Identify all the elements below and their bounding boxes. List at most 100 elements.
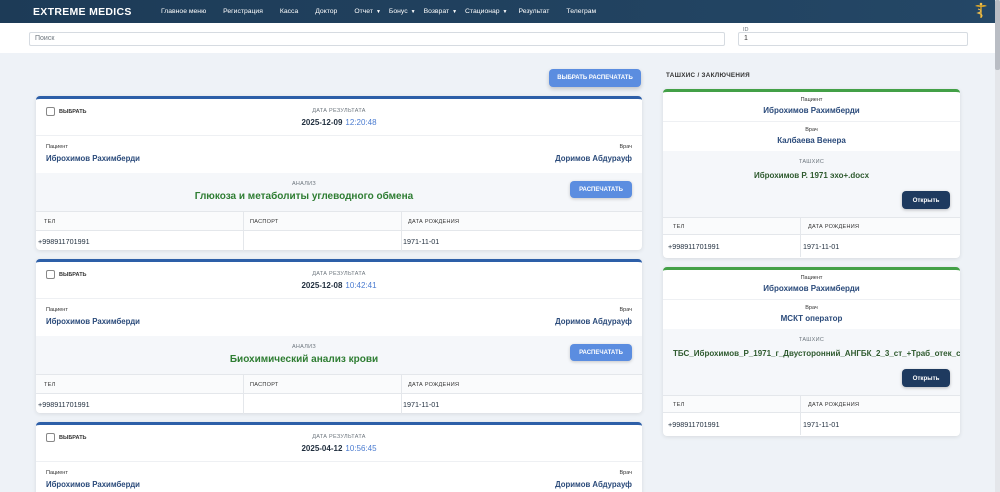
diagnosis-file-name: Иброхимов Р. 1971 эхо+.docx <box>753 171 870 180</box>
analysis-name: Глюкоза и метаболиты углеводного обмена <box>194 191 414 202</box>
diagnosis-file-name: ТБС_Иброхимов_Р_1971_г_Двусторонний_АНГБ… <box>673 349 960 358</box>
birthdate-header: ДАТА РОЖДЕНИЯ <box>808 224 860 230</box>
divider <box>36 135 642 136</box>
nav-label: Телеграм <box>566 8 597 15</box>
result-date-label: ДАТА РЕЗУЛЬТАТА <box>312 271 366 277</box>
diagnosis-card: Пациент Иброхимов Рахимберди Врач МСКТ о… <box>663 267 960 436</box>
patient-label: Пациент <box>46 307 68 313</box>
result-datetime: 2025-04-12 10:56:45 <box>36 444 642 453</box>
nav-label: Отчет <box>354 8 373 15</box>
phone-value: +998911701991 <box>38 237 90 246</box>
result-date: 2025-12-08 <box>301 281 343 290</box>
nav-item-hospital[interactable]: Стационар ▼ <box>465 8 507 15</box>
patient-label: Пациент <box>800 275 823 281</box>
scrollbar-thumb[interactable] <box>995 0 1000 70</box>
print-button[interactable]: РАСПЕЧАТАТЬ <box>570 344 632 361</box>
nav-label: Главное меню <box>161 8 207 15</box>
nav-item-result[interactable]: Результат <box>519 8 550 15</box>
analysis-name: Биохимический анализ крови <box>229 354 379 365</box>
phone-header: ТЕЛ <box>673 224 685 230</box>
divider <box>36 298 642 299</box>
diagnosis-label: ТАШХИС <box>798 159 825 165</box>
patient-name: Иброхимов Рахимберди <box>763 284 860 293</box>
caret-down-icon: ▼ <box>452 8 458 15</box>
phone-header: ТЕЛ <box>44 219 56 225</box>
phone-header: ТЕЛ <box>673 402 685 408</box>
page-scrollbar[interactable] <box>995 0 1000 492</box>
caduceus-logo-icon <box>975 2 987 18</box>
diagnoses-title: ТАШХИС / ЗАКЛЮЧЕНИЯ <box>666 72 750 79</box>
phone-value: +998911701991 <box>668 242 720 251</box>
search-input[interactable]: Поиск <box>29 32 725 46</box>
diagnosis-section: ТАШХИС ТБС_Иброхимов_Р_1971_г_Двусторонн… <box>663 329 960 395</box>
open-button[interactable]: Открыть <box>902 191 950 209</box>
divider <box>401 374 402 414</box>
result-datetime: 2025-12-09 12:20:48 <box>36 118 642 127</box>
analysis-section: АНАЛИЗ Глюкоза и метаболиты углеводного … <box>36 173 642 211</box>
info-table-header: ТЕЛ ДАТА РОЖДЕНИЯ <box>663 217 960 235</box>
nav-item-cashier[interactable]: Касса <box>280 8 298 15</box>
top-navbar: EXTREME MEDICS Главное меню Регистрация … <box>0 0 1000 23</box>
birthdate-header: ДАТА РОЖДЕНИЯ <box>808 402 860 408</box>
print-button[interactable]: РАСПЕЧАТАТЬ <box>570 181 632 198</box>
brand-logo-text[interactable]: EXTREME MEDICS <box>33 6 161 18</box>
analysis-label: АНАЛИЗ <box>291 344 317 350</box>
divider <box>243 374 244 414</box>
nav-item-telegram[interactable]: Телеграм <box>566 8 596 15</box>
divider <box>401 211 402 251</box>
result-datetime: 2025-12-08 10:42:41 <box>36 281 642 290</box>
info-table-header: ТЕЛ ПАСПОРТ ДАТА РОЖДЕНИЯ <box>36 374 642 394</box>
divider <box>663 121 960 122</box>
nav-item-bonus[interactable]: Бонус ▼ <box>389 8 416 15</box>
passport-header: ПАСПОРТ <box>250 219 279 225</box>
passport-header: ПАСПОРТ <box>250 382 279 388</box>
nav-item-registration[interactable]: Регистрация <box>223 8 263 15</box>
result-card: ВЫБРАТЬ ДАТА РЕЗУЛЬТАТА 2025-12-08 10:42:… <box>36 259 642 414</box>
info-table-header: ТЕЛ ДАТА РОЖДЕНИЯ <box>663 395 960 413</box>
nav-label: Стационар <box>465 8 500 15</box>
birthdate-value: 1971-11-01 <box>803 242 840 251</box>
result-date-label: ДАТА РЕЗУЛЬТАТА <box>312 434 366 440</box>
doctor-label: Врач <box>619 470 632 476</box>
nav-label: Регистрация <box>223 8 263 15</box>
patient-name: Иброхимов Рахимберди <box>46 317 140 326</box>
print-selected-button[interactable]: ВЫБРАТЬ РАСПЕЧАТАТЬ <box>549 69 641 87</box>
doctor-name: Доримов Абдурауф <box>555 154 632 163</box>
nav-item-doctor[interactable]: Доктор <box>315 8 337 15</box>
divider <box>243 211 244 251</box>
phone-value: +998911701991 <box>668 420 720 429</box>
nav-item-main-menu[interactable]: Главное меню <box>161 8 206 15</box>
doctor-name: Доримов Абдурауф <box>555 480 632 489</box>
open-button[interactable]: Открыть <box>902 369 950 387</box>
phone-header: ТЕЛ <box>44 382 56 388</box>
patient-name: Иброхимов Рахимберди <box>763 106 860 115</box>
doctor-name: МСКТ оператор <box>780 314 843 323</box>
nav-label: Касса <box>279 8 299 15</box>
result-card: ВЫБРАТЬ ДАТА РЕЗУЛЬТАТА 2025-12-09 12:20:… <box>36 96 642 251</box>
patient-name: Иброхимов Рахимберди <box>46 154 140 163</box>
nav-label: Результат <box>518 8 550 15</box>
result-time: 10:56:45 <box>345 444 377 453</box>
result-time: 12:20:48 <box>345 118 377 127</box>
nav-menu: Главное меню Регистрация Касса Доктор От… <box>161 8 613 15</box>
nav-item-report[interactable]: Отчет ▼ <box>354 8 381 15</box>
result-time: 10:42:41 <box>345 281 377 290</box>
analysis-section: АНАЛИЗ Биохимический анализ крови РАСПЕЧ… <box>36 336 642 374</box>
result-date: 2025-04-12 <box>301 444 343 453</box>
birthdate-value: 1971-11-01 <box>803 420 840 429</box>
result-card: ВЫБРАТЬ ДАТА РЕЗУЛЬТАТА 2025-04-12 10:56:… <box>36 422 642 492</box>
doctor-name: Доримов Абдурауф <box>555 317 632 326</box>
divider <box>800 395 801 435</box>
nav-label: Доктор <box>315 8 338 15</box>
doctor-label: Врач <box>619 144 632 150</box>
divider <box>800 217 801 257</box>
id-input[interactable]: 1 <box>738 32 968 46</box>
phone-value: +998911701991 <box>38 400 90 409</box>
diagnosis-card: Пациент Иброхимов Рахимберди Врач Калбае… <box>663 89 960 258</box>
birthdate-header: ДАТА РОЖДЕНИЯ <box>408 219 460 225</box>
nav-label: Бонус <box>388 8 408 15</box>
patient-label: Пациент <box>46 144 68 150</box>
patient-label: Пациент <box>46 470 68 476</box>
diagnosis-label: ТАШХИС <box>798 337 825 343</box>
nav-item-return[interactable]: Возврат ▼ <box>424 8 457 15</box>
